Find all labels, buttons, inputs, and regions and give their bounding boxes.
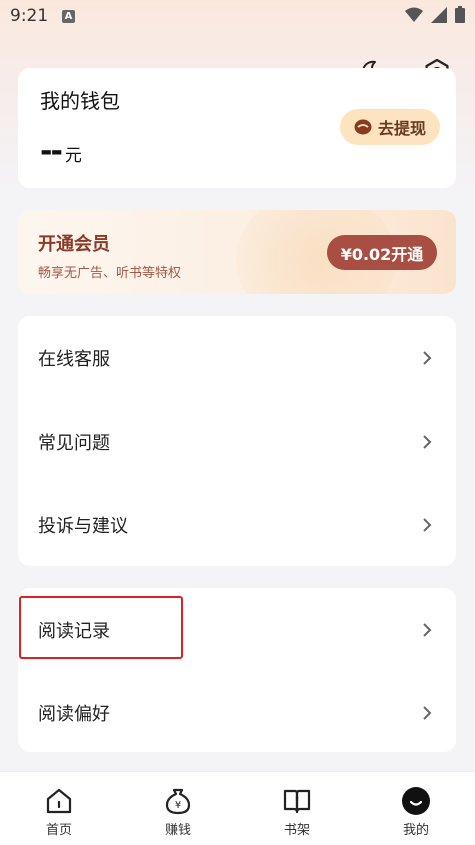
menu-item-reading-preference[interactable]: 阅读偏好 — [18, 673, 456, 753]
wallet-balance: -- 元 — [40, 134, 82, 169]
menu-group-support: 在线客服 常见问题 投诉与建议 — [18, 316, 456, 566]
nav-label: 书架 — [283, 823, 310, 838]
battery-icon — [455, 6, 465, 23]
chevron-right-icon — [423, 706, 432, 720]
home-icon — [46, 788, 72, 814]
chevron-right-icon — [423, 623, 432, 637]
bookshelf-icon — [283, 789, 311, 814]
menu-item-label: 在线客服 — [38, 349, 110, 370]
wifi-icon — [405, 7, 423, 22]
withdraw-button[interactable]: 去提现 — [340, 109, 440, 145]
chevron-right-icon — [423, 435, 432, 449]
wallet-card: 我的钱包 -- 元 去提现 — [18, 68, 456, 188]
bottom-nav: 首页 ¥ 赚钱 书架 我的 — [0, 771, 475, 845]
menu-item-faq[interactable]: 常见问题 — [18, 402, 456, 482]
vip-open-button[interactable]: ¥0.02开通 — [327, 235, 437, 270]
status-time: 9:21 — [10, 6, 49, 26]
menu-item-label: 阅读偏好 — [38, 704, 110, 725]
nav-label: 首页 — [45, 823, 72, 838]
chevron-right-icon — [423, 351, 432, 365]
system-icons — [405, 6, 465, 23]
chevron-right-icon — [423, 518, 432, 532]
nav-label: 赚钱 — [164, 823, 191, 838]
nav-home[interactable]: 首页 — [19, 786, 99, 838]
status-bar: 9:21 A — [0, 0, 475, 34]
balance-unit: 元 — [64, 146, 82, 166]
nav-bookshelf[interactable]: 书架 — [257, 786, 337, 838]
withdraw-label: 去提现 — [377, 119, 426, 138]
menu-item-label: 投诉与建议 — [38, 516, 128, 537]
wallet-title: 我的钱包 — [40, 89, 120, 113]
balance-value: -- — [40, 134, 63, 169]
signal-icon — [431, 6, 447, 23]
menu-item-online-service[interactable]: 在线客服 — [18, 318, 456, 398]
highlight-box — [19, 596, 183, 659]
svg-text:¥: ¥ — [175, 800, 181, 811]
notification-app-icon: A — [62, 10, 75, 23]
vip-card[interactable]: 开通会员 畅享无广告、听书等特权 ¥0.02开通 — [18, 210, 456, 294]
vip-title: 开通会员 — [38, 234, 110, 255]
profile-icon — [402, 787, 430, 815]
nav-earn[interactable]: ¥ 赚钱 — [138, 786, 218, 838]
vip-subtitle: 畅享无广告、听书等特权 — [38, 266, 182, 281]
menu-item-feedback[interactable]: 投诉与建议 — [18, 485, 456, 565]
nav-label: 我的 — [402, 823, 429, 838]
nav-profile[interactable]: 我的 — [376, 786, 456, 838]
money-bag-icon: ¥ — [165, 788, 191, 815]
menu-item-label: 常见问题 — [38, 433, 110, 454]
wallet-coin-icon — [354, 119, 372, 135]
